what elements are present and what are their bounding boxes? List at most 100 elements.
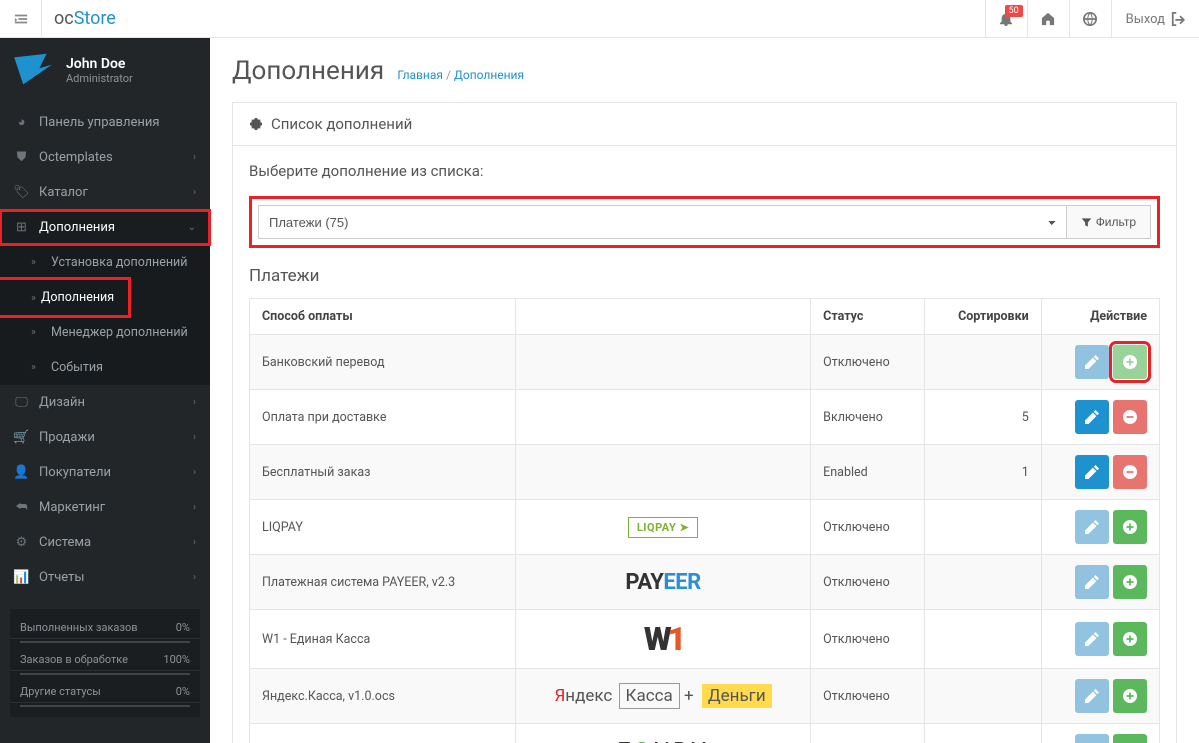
user-block: John Doe Administrator: [0, 38, 210, 104]
edit-button[interactable]: [1075, 734, 1109, 743]
sidebar-item-extensions[interactable]: ⊞Дополнения⌄: [0, 210, 210, 245]
dashboard-icon: ◕: [14, 114, 29, 130]
home-button[interactable]: [1027, 0, 1069, 38]
double-chevron-icon: »: [26, 327, 41, 338]
sidebar-item-label: Панель управления: [39, 115, 160, 130]
table-row: LIQPAY LIQPAY ➤ Отключено: [250, 500, 1160, 555]
hamburger-indent-icon: [14, 12, 28, 26]
table-row: Банковский перевод Отключено: [250, 335, 1160, 390]
sidebar: John Doe Administrator ◕ Панель управлени…: [0, 0, 210, 743]
sidebar-item-label: Дополнения: [41, 290, 114, 305]
select-extension-label: Выберите дополнение из списка:: [249, 162, 1160, 180]
table-row: Бесплатный заказ Enabled 1: [250, 445, 1160, 500]
breadcrumb: Главная / Дополнения: [397, 68, 524, 82]
edit-button[interactable]: [1075, 622, 1109, 656]
sidebar-item-sales[interactable]: 🛒Продажи›: [0, 420, 210, 455]
breadcrumb-current[interactable]: Дополнения: [454, 68, 524, 82]
edit-button[interactable]: [1075, 345, 1109, 379]
chevron-right-icon: ›: [193, 537, 196, 548]
extension-type-select[interactable]: Платежи (75): [258, 205, 1067, 239]
plus-circle-icon: [1123, 520, 1137, 534]
uninstall-button[interactable]: [1113, 400, 1147, 434]
plus-circle-icon: [1123, 575, 1137, 589]
col-sort: Сортировки: [925, 299, 1042, 335]
install-button[interactable]: [1113, 734, 1147, 743]
install-button[interactable]: [1113, 622, 1147, 656]
sidebar-subitem-events[interactable]: »События: [0, 350, 210, 385]
stat-row: Заказов в обработке100%: [10, 647, 200, 671]
sidebar-item-label: События: [51, 360, 103, 375]
sidebar-item-label: Маркетинг: [39, 500, 105, 515]
pencil-icon: [1085, 632, 1099, 646]
chevron-right-icon: ›: [193, 432, 196, 443]
pencil-icon: [1085, 410, 1099, 424]
stats-block: Выполненных заказов0% Заказов в обработк…: [10, 609, 200, 717]
plus-circle-icon: [1123, 355, 1137, 369]
share-icon: ⮪: [14, 500, 29, 515]
notif-badge: 50: [1005, 5, 1023, 17]
install-button[interactable]: [1113, 345, 1147, 379]
sidebar-item-octemplates[interactable]: ⛊Octemplates›: [0, 140, 210, 175]
logo[interactable]: ocStore: [54, 8, 116, 29]
install-button[interactable]: [1113, 510, 1147, 544]
plus-circle-icon: [1123, 632, 1137, 646]
filter-row-highlighted: Платежи (75) Фильтр: [249, 196, 1160, 248]
breadcrumb-home[interactable]: Главная: [397, 68, 443, 82]
chevron-down-icon: ⌄: [188, 222, 196, 233]
edit-button[interactable]: [1075, 455, 1109, 489]
sidebar-item-reports[interactable]: 📊Отчеты›: [0, 560, 210, 595]
sidebar-item-label: Отчеты: [39, 570, 84, 585]
chevron-right-icon: ›: [193, 572, 196, 583]
main-content: Дополнения Главная / Дополнения Список д…: [210, 0, 1199, 743]
user-icon: 👤: [14, 465, 29, 480]
sidebar-item-system[interactable]: ⚙Система›: [0, 525, 210, 560]
notifications-button[interactable]: 50: [985, 0, 1027, 38]
table-row: W1 - Единая Касса W1 Отключено: [250, 610, 1160, 669]
sign-out-icon: [1171, 12, 1185, 26]
chevron-right-icon: ›: [193, 467, 196, 478]
payments-subheading: Платежи: [249, 266, 1160, 286]
puzzle-icon: [249, 117, 263, 131]
filter-icon: [1081, 217, 1092, 228]
table-row: Fondy FONDY Выключить: [250, 724, 1160, 743]
cart-icon: 🛒: [14, 430, 29, 445]
globe-icon: [1083, 12, 1097, 26]
sidebar-subitem-modman[interactable]: »Менеджер дополнений: [0, 315, 210, 350]
edit-button[interactable]: [1075, 400, 1109, 434]
logout-button[interactable]: Выход: [1111, 0, 1199, 38]
toggle-sidebar-button[interactable]: [0, 0, 42, 38]
sidebar-item-customers[interactable]: 👤Покупатели›: [0, 455, 210, 490]
edit-button[interactable]: [1075, 510, 1109, 544]
col-action: Действие: [1041, 299, 1159, 335]
edit-button[interactable]: [1075, 679, 1109, 713]
chevron-right-icon: ›: [193, 502, 196, 513]
sidebar-item-catalog[interactable]: 🏷Каталог›: [0, 175, 210, 210]
payeer-logo: PAYEER: [515, 555, 810, 610]
extension-list-panel: Список дополнений Выберите дополнение из…: [232, 102, 1177, 743]
logout-label: Выход: [1126, 12, 1165, 27]
sidebar-subitem-extensions[interactable]: »Дополнения: [0, 280, 128, 315]
edit-button[interactable]: [1075, 565, 1109, 599]
sidebar-item-design[interactable]: 🖵Дизайн›: [0, 385, 210, 420]
filter-button[interactable]: Фильтр: [1067, 205, 1151, 239]
double-chevron-icon: »: [26, 293, 41, 304]
plus-circle-icon: [1123, 689, 1137, 703]
col-method: Способ оплаты: [250, 299, 516, 335]
tag-icon: 🏷: [14, 185, 29, 200]
sidebar-item-label: Каталог: [39, 185, 88, 200]
install-button[interactable]: [1113, 679, 1147, 713]
stat-row: Другие статусы0%: [10, 679, 200, 703]
pencil-icon: [1085, 575, 1099, 589]
pencil-icon: [1085, 355, 1099, 369]
sidebar-item-label: Дизайн: [39, 395, 85, 410]
pencil-icon: [1085, 689, 1099, 703]
globe-button[interactable]: [1069, 0, 1111, 38]
sidebar-subitem-install[interactable]: »Установка дополнений: [0, 245, 210, 280]
home-icon: [1041, 12, 1055, 26]
sidebar-item-dashboard[interactable]: ◕ Панель управления: [0, 104, 210, 140]
chevron-right-icon: ›: [193, 152, 196, 163]
sidebar-item-marketing[interactable]: ⮪ Маркетинг ›: [0, 490, 210, 525]
uninstall-button[interactable]: [1113, 455, 1147, 489]
puzzle-icon: ⊞: [14, 220, 29, 235]
install-button[interactable]: [1113, 565, 1147, 599]
